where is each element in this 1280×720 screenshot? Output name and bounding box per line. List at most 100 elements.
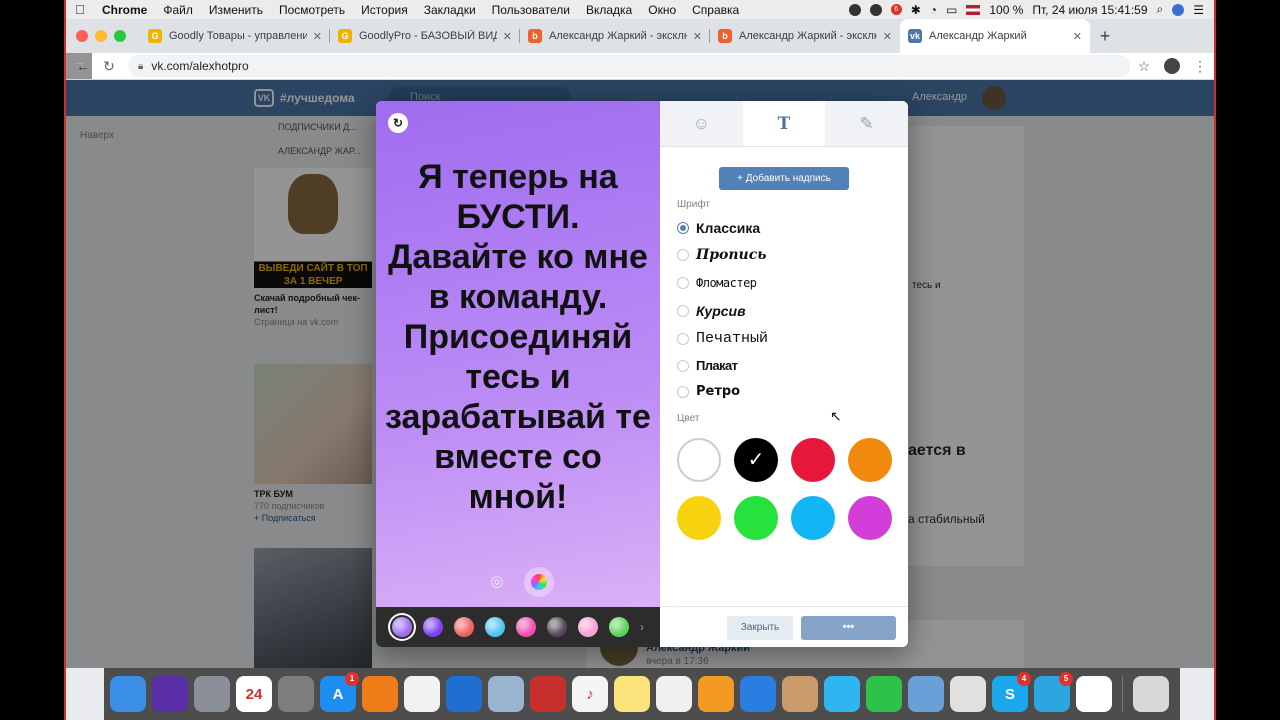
chevron-right-icon[interactable]: › [640, 620, 644, 634]
finder-icon[interactable] [110, 676, 146, 712]
menu-item[interactable]: Окно [640, 3, 684, 17]
text-color-swatch[interactable] [677, 496, 721, 540]
rotate-icon[interactable]: ↻ [388, 113, 408, 133]
radio[interactable] [677, 359, 689, 372]
tab-text[interactable]: T [742, 101, 826, 146]
siri-icon[interactable] [152, 676, 188, 712]
radio[interactable] [677, 385, 689, 398]
telegram-icon[interactable]: 5 [1034, 672, 1073, 712]
radio[interactable] [677, 249, 689, 261]
menu-item[interactable]: Закладки [416, 3, 484, 17]
contacts-icon[interactable] [782, 676, 818, 712]
new-tab-button[interactable]: + [1090, 19, 1120, 53]
browser-tab[interactable]: b Александр Жаркий - эксклю ✕ [520, 19, 710, 53]
close-tab-icon[interactable]: ✕ [1073, 30, 1082, 43]
close-button[interactable]: Закрыть [727, 616, 793, 640]
system-preferences-icon[interactable] [278, 676, 314, 712]
tab-stickers[interactable]: ☺ [660, 101, 743, 146]
calendar-icon[interactable]: 24 [236, 676, 272, 712]
chrome-icon[interactable] [1076, 676, 1112, 712]
close-tab-icon[interactable]: ✕ [503, 30, 512, 43]
textedit-icon[interactable] [656, 676, 692, 712]
background-swatch[interactable] [578, 617, 598, 637]
preview-icon[interactable] [488, 676, 524, 712]
browser-tab-active[interactable]: vk Александр Жаркий ✕ [900, 19, 1090, 53]
close-tab-icon[interactable]: ✕ [883, 30, 892, 43]
airplay-icon[interactable]: ▭ [946, 3, 957, 17]
text-color-swatch[interactable] [848, 438, 892, 482]
browser-tab[interactable]: G GoodlyPro - БАЗОВЫЙ ВИДЕО ✕ [330, 19, 520, 53]
text-color-swatch[interactable] [677, 438, 721, 482]
menu-item[interactable]: Справка [684, 3, 747, 17]
browser-tab[interactable]: b Александр Жаркий - эксклю ✕ [710, 19, 900, 53]
facetime-icon[interactable] [866, 676, 902, 712]
reload-icon[interactable]: ↻ [96, 58, 122, 75]
radio-selected[interactable] [677, 222, 689, 234]
bluetooth-icon[interactable]: ✱ [911, 3, 921, 17]
datetime[interactable]: Пт, 24 июля 15:41:59 [1032, 3, 1147, 17]
color-wheel-icon[interactable] [524, 567, 554, 597]
input-source-flag-icon[interactable] [966, 4, 981, 15]
photos-icon[interactable] [404, 676, 440, 712]
notification-center-icon[interactable]: ☰ [1193, 3, 1204, 17]
background-swatch[interactable] [485, 617, 505, 637]
text-color-swatch[interactable] [734, 496, 778, 540]
add-caption-button[interactable]: + Добавить надпись [719, 167, 849, 190]
font-option-italic[interactable]: Курсив [677, 303, 746, 319]
user-avatar-icon[interactable] [1172, 3, 1185, 16]
save-button-loading[interactable]: ••• [801, 616, 896, 640]
radio[interactable] [677, 305, 689, 317]
close-tab-icon[interactable]: ✕ [313, 30, 322, 43]
messages-icon[interactable] [824, 676, 860, 712]
menu-item[interactable]: Файл [155, 3, 201, 17]
pages-icon[interactable] [698, 676, 734, 712]
spotlight-search-icon[interactable]: ⌕ [1157, 2, 1164, 17]
menu-item[interactable]: Посмотреть [271, 3, 353, 17]
story-text[interactable]: Я теперь на БУСТИ. Давайте ко мне в кома… [384, 157, 652, 517]
photo-booth-icon[interactable] [530, 676, 566, 712]
app-store-icon[interactable]: A1 [320, 672, 359, 712]
text-color-swatch[interactable] [791, 438, 835, 482]
story-canvas[interactable]: ↻ Я теперь на БУСТИ. Давайте ко мне в ко… [376, 101, 660, 647]
profile-avatar[interactable] [1164, 58, 1180, 74]
forward-arrow-icon[interactable]: → [66, 53, 92, 79]
zoom-window-button[interactable] [114, 30, 126, 42]
tab-draw[interactable]: ✎ [825, 101, 908, 146]
skype-icon[interactable]: S4 [992, 672, 1031, 712]
bookmark-star-icon[interactable]: ☆ [1130, 58, 1158, 75]
text-color-swatch-selected[interactable]: ✓ [734, 438, 778, 482]
notes-icon[interactable] [614, 676, 650, 712]
font-option-retro[interactable]: Ретро [677, 384, 740, 399]
font-option-handwritten[interactable]: Пропись [677, 247, 766, 263]
trash-icon[interactable] [1133, 676, 1169, 712]
background-swatch[interactable] [454, 617, 474, 637]
launchpad-icon[interactable] [194, 676, 230, 712]
background-swatch[interactable] [392, 617, 412, 637]
numbers-icon[interactable] [950, 676, 986, 712]
text-color-swatch[interactable] [791, 496, 835, 540]
background-swatch[interactable] [609, 617, 629, 637]
menu-app-name[interactable]: Chrome [94, 3, 155, 17]
text-color-swatch[interactable] [848, 496, 892, 540]
browser-menu-icon[interactable]: ⋮ [1186, 58, 1214, 75]
radio[interactable] [677, 277, 689, 289]
background-swatch[interactable] [547, 617, 567, 637]
minimize-window-button[interactable] [95, 30, 107, 42]
close-tab-icon[interactable]: ✕ [693, 30, 702, 43]
menu-item[interactable]: Вкладка [578, 3, 640, 17]
menu-item[interactable]: Изменить [201, 3, 271, 17]
battery-status[interactable]: 100 % [989, 3, 1023, 17]
record-icon[interactable] [848, 3, 861, 16]
wifi-icon[interactable]: ◔ [930, 3, 937, 17]
music-icon[interactable]: ♪ [572, 676, 608, 712]
mail-icon[interactable] [908, 676, 944, 712]
camera-icon[interactable]: ◎ [484, 569, 510, 595]
font-option-marker[interactable]: Фломастер [677, 276, 757, 290]
check-icon[interactable] [869, 3, 882, 16]
menu-item[interactable]: История [353, 3, 416, 17]
books-icon[interactable] [362, 676, 398, 712]
browser-tab[interactable]: G Goodly Товары - управление ✕ [140, 19, 330, 53]
menu-item[interactable]: Пользователи [484, 3, 578, 17]
notification-badge[interactable]: 6 [890, 4, 902, 15]
background-swatch[interactable] [516, 617, 536, 637]
